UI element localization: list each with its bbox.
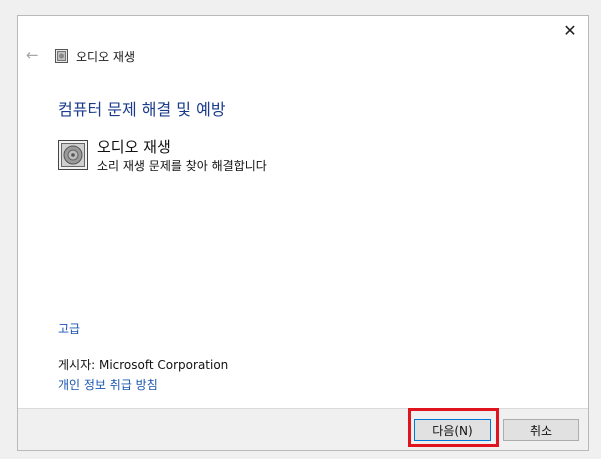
dialog-footer: 다음(N) 취소 [18, 408, 588, 450]
speaker-icon [58, 140, 88, 170]
troubleshooter-dialog: ✕ ← 오디오 재생 컴퓨터 문제 해결 및 예방 오디오 재생 소리 재생 문… [17, 15, 589, 451]
page-heading: 컴퓨터 문제 해결 및 예방 [58, 100, 226, 119]
close-icon: ✕ [563, 20, 577, 40]
close-button[interactable]: ✕ [556, 18, 584, 42]
cancel-button[interactable]: 취소 [503, 419, 579, 441]
troubleshooter-title: 오디오 재생 [97, 138, 171, 156]
publisher-info: 게시자: Microsoft Corporation [58, 358, 229, 372]
next-button[interactable]: 다음(N) [414, 419, 491, 441]
privacy-policy-link[interactable]: 개인 정보 취급 방침 [58, 376, 158, 393]
window-title: 오디오 재생 [76, 50, 136, 64]
back-button[interactable]: ← [26, 46, 44, 64]
back-arrow-icon: ← [26, 46, 39, 64]
advanced-link[interactable]: 고급 [58, 320, 80, 337]
audio-playback-icon [55, 49, 68, 63]
troubleshooter-description: 소리 재생 문제를 찾아 해결합니다 [97, 159, 267, 173]
